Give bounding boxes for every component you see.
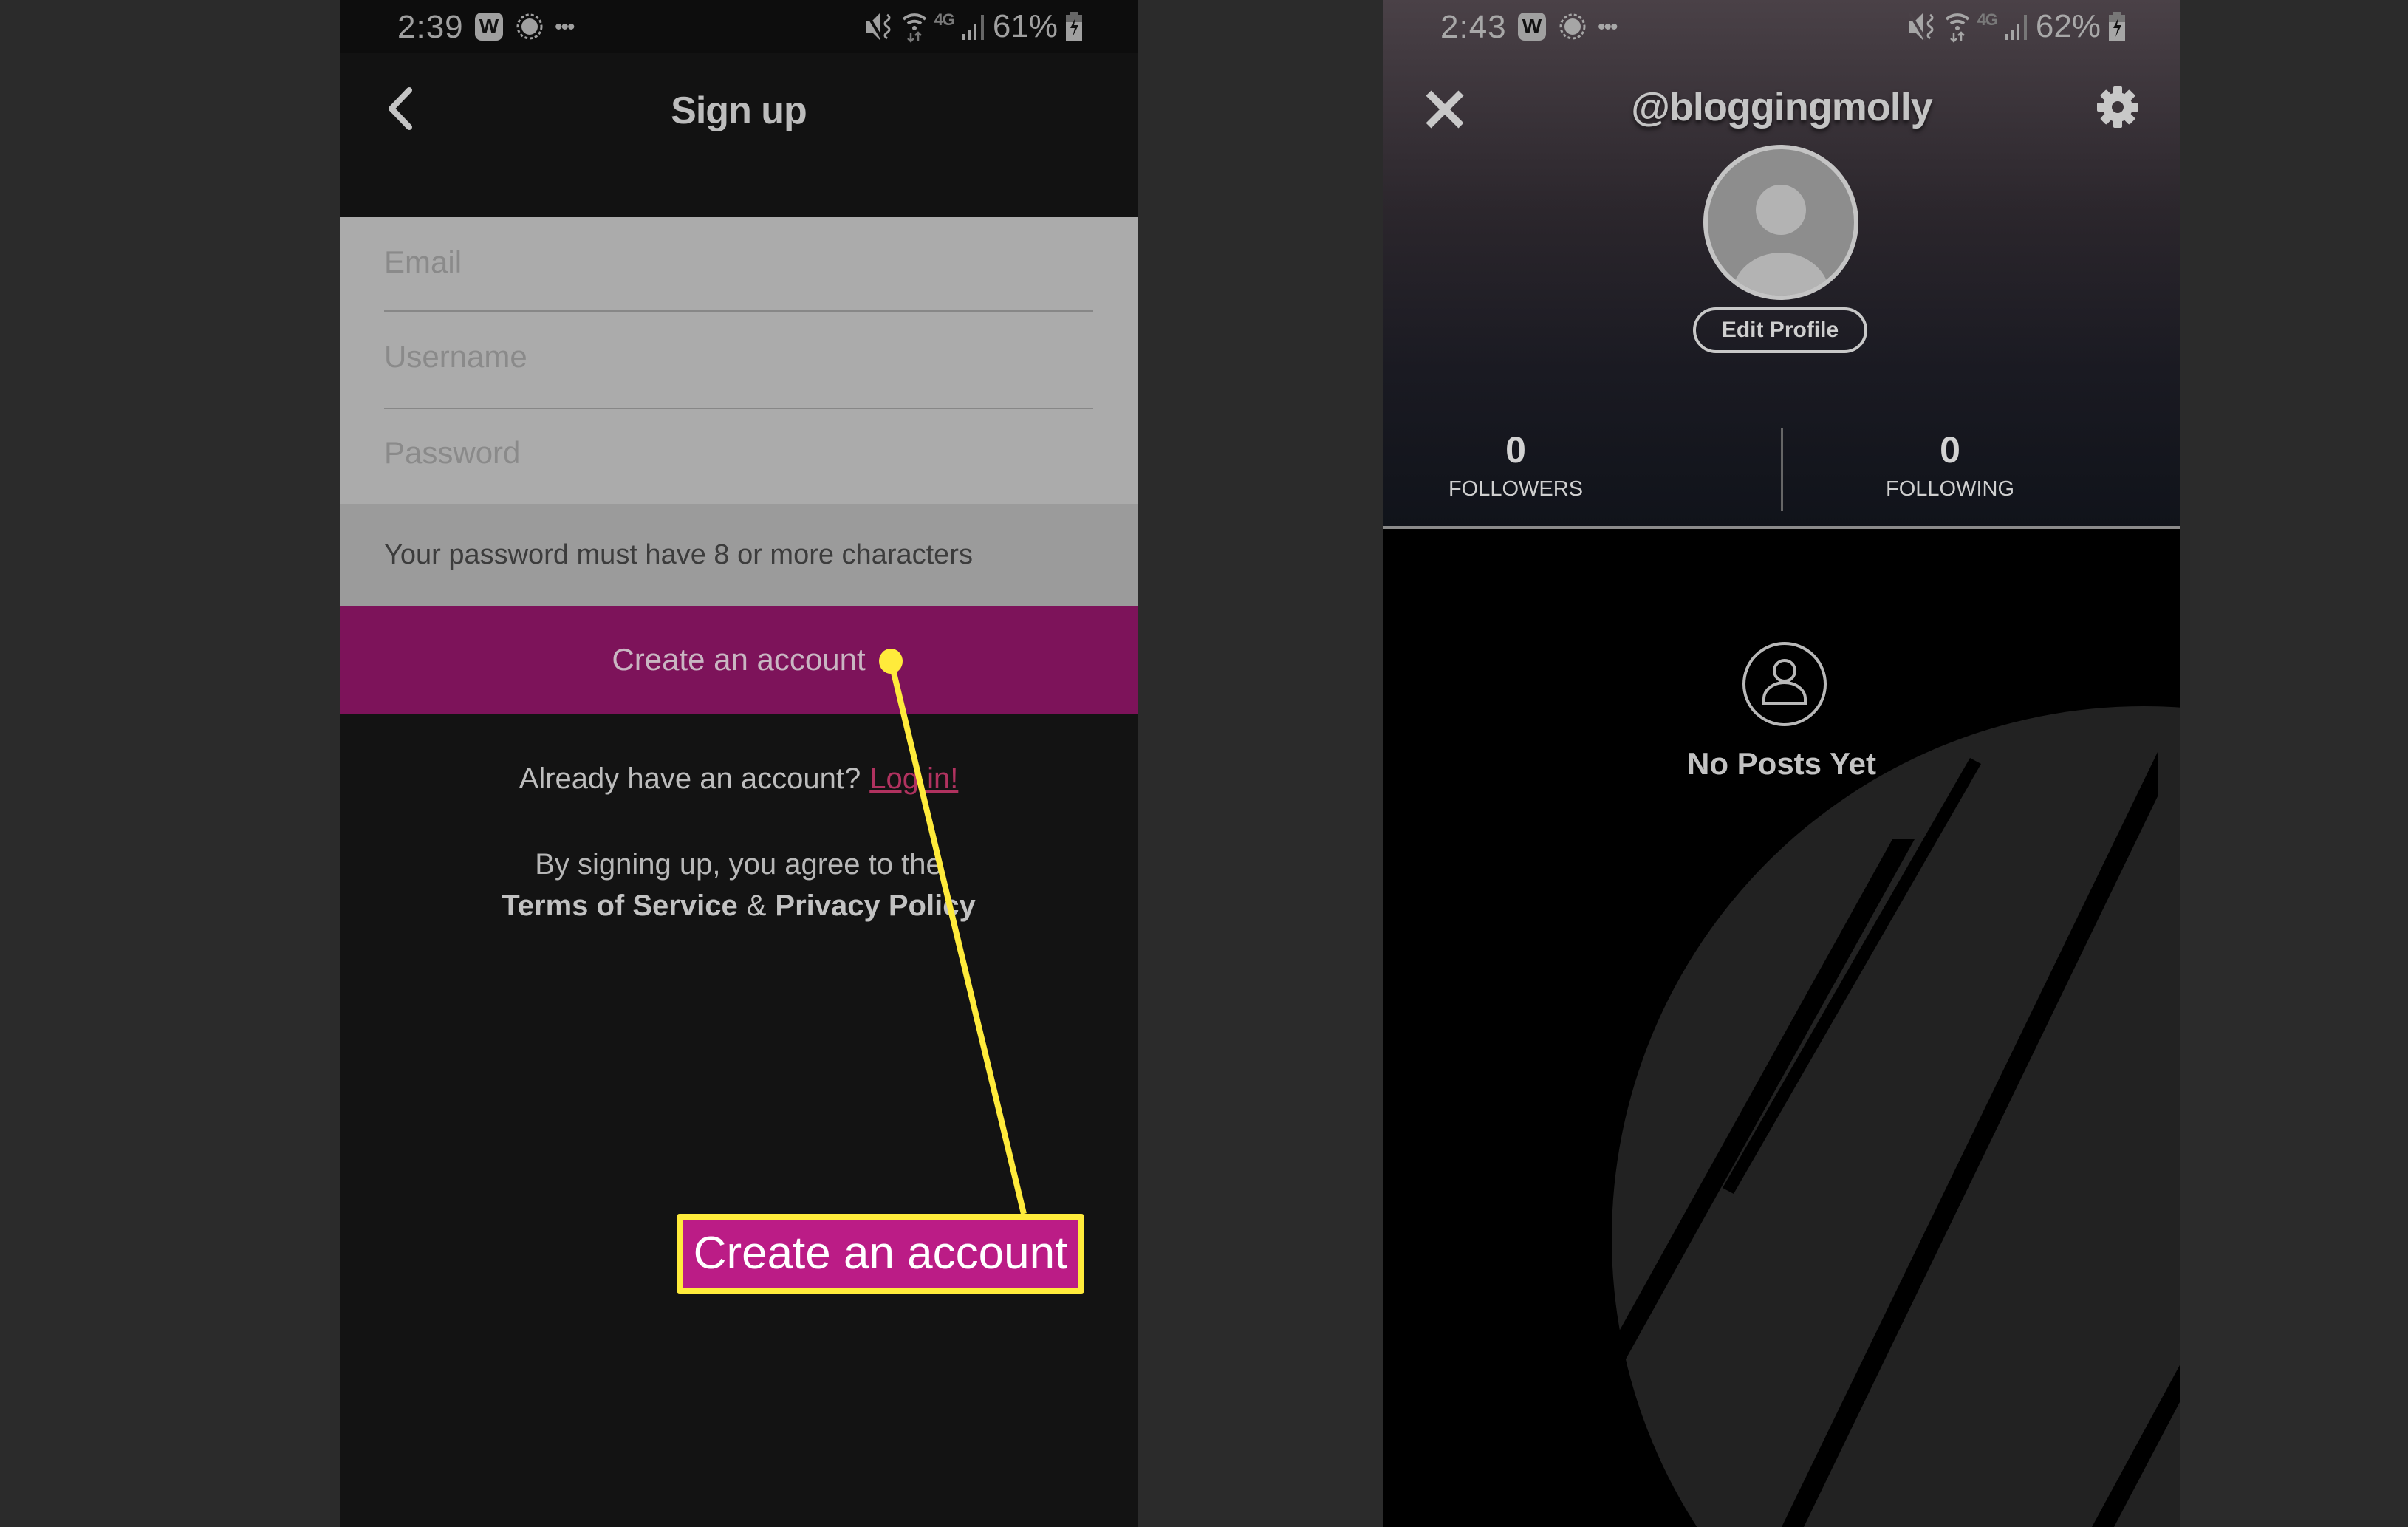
sun-icon	[1559, 13, 1586, 40]
following-count: 0	[1940, 429, 1960, 471]
battery-charging-icon	[2109, 12, 2125, 41]
followers-count: 0	[1505, 429, 1526, 471]
login-prompt: Already have an account? Log in!	[340, 762, 1138, 796]
terms-link[interactable]: Terms of Service	[502, 889, 737, 922]
stats-divider	[1781, 428, 1783, 511]
following-stat[interactable]: 0 FOLLOWING	[1817, 428, 2083, 502]
sun-icon	[516, 13, 543, 40]
status-time: 2:39	[397, 9, 464, 45]
user-circle-icon	[1742, 642, 1827, 726]
annotation-callout: Create an account	[677, 1214, 1084, 1294]
email-field[interactable]	[384, 222, 1093, 303]
signup-screen: 2:39 W ••• 4G 61% Sign up Email Username…	[340, 0, 1138, 1527]
w-app-icon: W	[475, 13, 503, 41]
create-account-button[interactable]: Create an account	[340, 606, 1138, 714]
status-bar: 2:39 W ••• 4G 61%	[340, 0, 1138, 53]
4g-lte-icon: 4G	[1977, 10, 1998, 29]
gear-icon[interactable]	[2095, 84, 2141, 130]
empty-state-text: No Posts Yet	[1687, 746, 1876, 781]
legal-intro: By signing up, you agree to the	[535, 848, 943, 881]
status-time: 2:43	[1440, 9, 1507, 45]
profile-username: @bloggingmolly	[1631, 85, 1933, 129]
login-link[interactable]: Log in!	[869, 762, 958, 795]
edit-profile-button[interactable]: Edit Profile	[1693, 307, 1867, 353]
system-icons: 4G 62%	[1907, 7, 2126, 46]
status-bar: 2:43 W ••• 4G 62%	[1383, 0, 2180, 53]
legal-separator: &	[746, 889, 767, 922]
password-field[interactable]	[384, 412, 1093, 493]
followers-label: FOLLOWERS	[1448, 477, 1584, 501]
privacy-link[interactable]: Privacy Policy	[775, 889, 975, 922]
more-dots-icon: •••	[555, 15, 575, 39]
divider	[1383, 526, 2180, 529]
divider	[384, 310, 1093, 312]
mute-vibrate-icon	[864, 12, 891, 41]
avatar[interactable]	[1703, 145, 1858, 300]
page-title: Sign up	[671, 89, 807, 132]
4g-lte-icon: 4G	[934, 10, 955, 29]
signal-icon	[961, 15, 984, 40]
profile-screen: 2:43 W ••• 4G 62% @bloggingmolly Edit Pr…	[1383, 0, 2180, 1527]
following-label: FOLLOWING	[1885, 477, 2014, 501]
profile-header: 2:43 W ••• 4G 62% @bloggingmolly Edit Pr…	[1383, 0, 2180, 529]
login-prompt-text: Already have an account?	[519, 762, 861, 795]
wifi-icon	[902, 13, 926, 43]
divider	[384, 408, 1093, 409]
more-dots-icon: •••	[1598, 15, 1618, 39]
signup-header: Sign up	[340, 53, 1138, 217]
signup-form	[340, 217, 1138, 504]
mute-vibrate-icon	[1907, 12, 1934, 41]
followers-stat[interactable]: 0 FOLLOWERS	[1383, 428, 1649, 502]
system-icons: 4G 61%	[864, 7, 1083, 46]
battery-charging-icon	[1066, 12, 1082, 41]
default-avatar-icon	[1732, 185, 1830, 296]
legal-links: Terms of Service & Privacy Policy	[340, 889, 1138, 923]
battery-percent: 61%	[992, 8, 1058, 44]
w-app-icon: W	[1518, 13, 1546, 41]
battery-percent: 62%	[2035, 8, 2101, 44]
signal-icon	[2004, 15, 2027, 40]
username-field[interactable]	[384, 316, 1093, 397]
password-hint-banner: Your password must have 8 or more charac…	[340, 504, 1138, 606]
wifi-icon	[1945, 13, 1969, 43]
password-hint: Your password must have 8 or more charac…	[384, 539, 973, 570]
